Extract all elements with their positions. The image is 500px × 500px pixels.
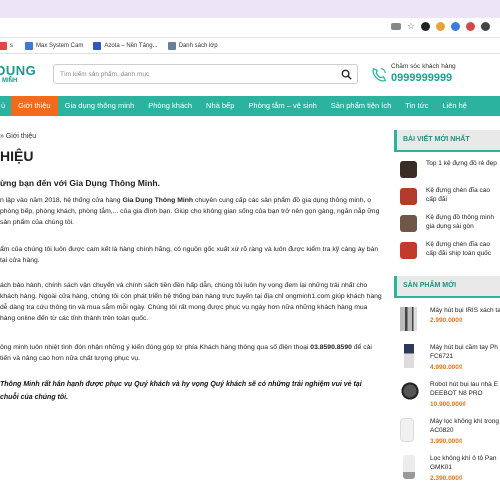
bookmark-icon [0,41,7,50]
product-price: 10.900.000₫ [430,401,466,408]
care-phone[interactable]: 0999999999 [391,72,452,84]
browser-extension-icons: ☆ [390,22,490,31]
product-price: 2.990.000₫ [430,317,463,324]
nav-item-gioi-thieu[interactable]: Giới thiệu [11,96,58,116]
bookmark-icon [93,41,102,50]
site-logo[interactable]: DỤNG MINH [0,63,36,89]
product-image[interactable] [403,455,415,479]
extension-icon-5[interactable] [481,22,490,31]
post-thumbnail[interactable] [400,215,417,232]
nav-item-tin-tuc[interactable]: Tin tức [398,96,435,116]
extension-icon-2[interactable] [436,22,445,31]
nav-item-phong-tam[interactable]: Phòng tắm – vệ sinh [241,96,323,116]
paragraph-service: ách bảo hành, chính sách vận chuyển và c… [0,282,382,322]
nav-item-phong-khach[interactable]: Phòng khách [141,96,199,116]
extension-icon-3[interactable] [451,22,460,31]
post-thumbnail[interactable] [400,161,417,178]
bookmark-azota[interactable]: Azota – Nền Tảng... [93,41,158,50]
sub-title: ừng bạn đến với Gia Dụng Thông Minh. [0,178,160,188]
product-price: 3.990.000₫ [430,438,463,445]
product-price: 4.990.000₫ [430,364,463,371]
nav-item-home[interactable]: ủ [0,96,11,116]
phone-icon [372,67,387,82]
post-item[interactable]: Kệ đựng chén đĩa cao cấp đãi ship toàn q… [394,238,500,262]
product-item[interactable]: Robot hút bụi lau nhà E DEEBOT N8 PRO 10… [394,377,500,414]
product-item[interactable]: Lọc không khí ô tô Pan GMK01 2.390.000₫ [394,451,500,488]
nav-item-gia-dung-thong-minh[interactable]: Gia dụng thông minh [58,96,142,116]
sidebar: BÀI VIẾT MỚI NHẤT Top 1 kệ đựng đồ rẻ đẹ… [394,130,500,488]
page-title: HIỆU [0,148,34,164]
nav-item-lien-he[interactable]: Liên hệ [435,96,474,116]
site-header: DỤNG MINH Tìm kiếm sản phẩm, danh mục Ch… [0,54,500,96]
bookmark-danh-sach-lop[interactable]: Danh sách lớp [167,41,218,50]
product-image[interactable] [400,307,417,331]
search-placeholder: Tìm kiếm sản phẩm, danh mục [60,71,150,78]
new-products-heading: SẢN PHẨM MỚI [394,276,500,296]
browser-tab-strip [0,0,500,18]
product-image[interactable] [404,344,414,368]
hotline-number[interactable]: 03.8590.8590 [310,344,352,351]
product-item[interactable]: Máy hút bụi cầm tay Ph FC6721 4.990.000₫ [394,340,500,377]
product-image[interactable] [400,418,414,442]
post-item[interactable]: Kệ đựng chén đĩa cao cấp đãi [394,184,500,208]
customer-care[interactable]: Chăm sóc khách hàng 0999999999 [370,63,500,91]
post-item[interactable]: Top 1 kệ đựng đồ rẻ đẹp [394,157,500,181]
heading-underline [394,150,500,152]
bookmarks-bar: s Max System Cam Azota – Nền Tảng... Dan… [0,38,500,54]
paragraph-feedback: ông minh luôn nhiệt tình đón nhận những … [0,344,372,362]
product-price: 2.390.000₫ [430,475,463,482]
post-item[interactable]: Kệ đựng đồ thông minh gia dụng sài gòn [394,211,500,235]
browser-address-bar[interactable]: ☆ [0,18,500,38]
care-label: Chăm sóc khách hàng [391,63,456,70]
product-image[interactable] [400,381,420,401]
bookmark-icon [25,41,33,50]
paragraph-intro: n lập vào năm 2018, hệ thống cửa hàng Gi… [0,197,380,226]
post-thumbnail[interactable] [400,188,417,205]
product-item[interactable]: Máy lọc không khí trong AC0820 3.990.000… [394,414,500,451]
post-thumbnail[interactable] [400,242,417,259]
main-nav: ủ Giới thiệu Gia dụng thông minh Phòng k… [0,96,500,116]
search-icon[interactable] [341,69,352,80]
latest-posts-heading: BÀI VIẾT MỚI NHẤT [394,130,500,150]
closing-quote: Thông Minh rất hân hạnh được phục vụ Quý… [0,381,362,401]
star-icon[interactable]: ☆ [407,22,415,31]
nav-item-san-pham-tien-ich[interactable]: Sản phẩm tiện ích [324,96,398,116]
extension-icon-4[interactable] [466,22,475,31]
translate-icon[interactable] [390,23,401,30]
search-input[interactable]: Tìm kiếm sản phẩm, danh mục [53,64,358,84]
product-item[interactable]: Máy hút bụi IRIS xách ta 2.990.000₫ [394,303,500,340]
bookmark-s[interactable]: s [0,41,13,50]
extension-icon-1[interactable] [421,22,430,31]
breadcrumb: » Giới thiệu [0,133,37,140]
paragraph-quality: ẩm của chúng tôi luôn được cam kết là hà… [0,246,379,264]
bookmark-max-system-cam[interactable]: Max System Cam [25,41,83,50]
bookmark-icon [167,41,176,50]
nav-item-nha-bep[interactable]: Nhà bếp [199,96,241,116]
